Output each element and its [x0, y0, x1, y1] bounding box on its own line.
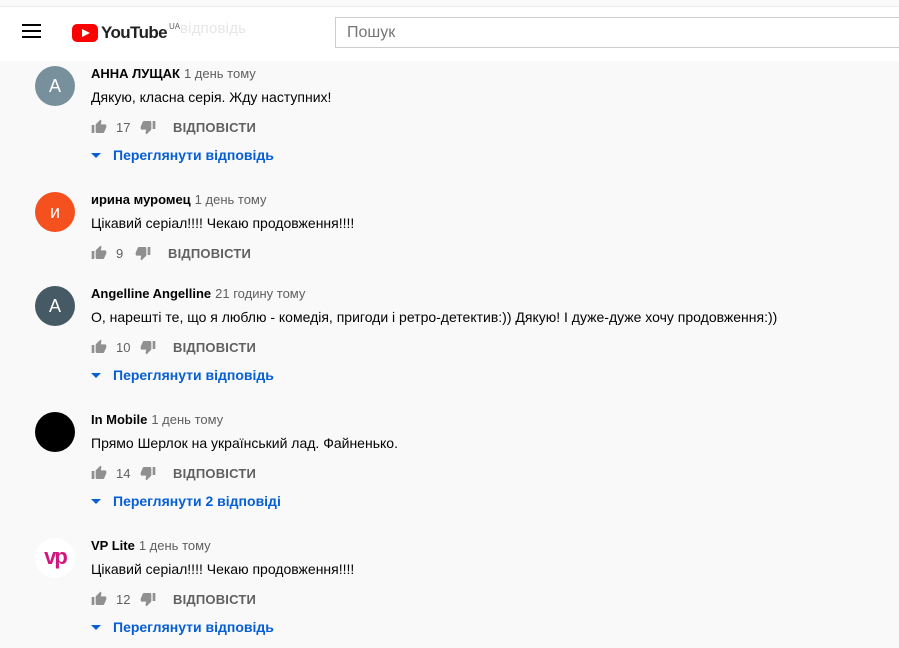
thumbs-down-icon[interactable] [135, 245, 151, 261]
comment-text: Прямо Шерлок на український лад. Файнень… [91, 435, 398, 451]
comment-time[interactable]: 21 годину тому [215, 286, 305, 301]
thumbs-up-icon[interactable] [91, 339, 107, 355]
reply-button[interactable]: ВІДПОВІСТИ [173, 120, 256, 135]
reply-button[interactable]: ВІДПОВІСТИ [168, 246, 251, 261]
caret-down-icon [91, 624, 101, 630]
like-count: 10 [116, 339, 131, 355]
view-replies-button[interactable]: Переглянути відповідь [91, 619, 274, 635]
view-replies-button[interactable]: Переглянути 2 відповіді [91, 493, 281, 509]
comment-header: ирина муромец 1 день тому [91, 192, 267, 207]
thumbs-up-icon[interactable] [91, 119, 107, 135]
thumbs-down-icon[interactable] [140, 119, 156, 135]
comment-text: О, нарешті те, що я люблю - комедія, при… [91, 309, 778, 325]
thumbs-down-icon[interactable] [140, 465, 156, 481]
reply-button[interactable]: ВІДПОВІСТИ [173, 466, 256, 481]
author-name[interactable]: Angelline Angelline [91, 286, 211, 301]
comment-toolbar: 12 ВІДПОВІСТИ [91, 591, 256, 607]
author-name[interactable]: VP Lite [91, 538, 135, 553]
youtube-play-icon [72, 24, 98, 42]
comment-time[interactable]: 1 день тому [195, 192, 267, 207]
reply-button[interactable]: ВІДПОВІСТИ [173, 592, 256, 607]
like-count: 14 [116, 465, 131, 481]
thumbs-up-icon[interactable] [91, 591, 107, 607]
comment-toolbar: 10 ВІДПОВІСТИ [91, 339, 256, 355]
avatar[interactable]: А [35, 66, 75, 106]
youtube-logo-text: YouTube [101, 23, 168, 42]
like-count: 9 [116, 245, 124, 261]
menu-icon[interactable] [22, 20, 50, 44]
like-count: 17 [116, 119, 131, 135]
thumbs-up-icon[interactable] [91, 465, 107, 481]
comment-text: Цікавий серіал!!!! Чекаю продовження!!!! [91, 561, 355, 577]
avatar[interactable] [35, 412, 75, 452]
comment-header: АННА ЛУЩАК 1 день тому [91, 66, 256, 81]
view-replies-label: Переглянути 2 відповіді [113, 493, 281, 509]
caret-down-icon [91, 372, 101, 378]
country-code: UA [169, 21, 181, 31]
view-replies-button[interactable]: Переглянути відповідь [91, 147, 274, 163]
reply-button[interactable]: ВІДПОВІСТИ [173, 340, 256, 355]
comment-toolbar: 17 ВІДПОВІСТИ [91, 119, 256, 135]
ghost-text: відповідь [180, 20, 247, 37]
comment-text: Дякую, класна серія. Жду наступних! [91, 89, 332, 105]
view-replies-label: Переглянути відповідь [113, 619, 274, 635]
comment-time[interactable]: 1 день тому [139, 538, 211, 553]
avatar[interactable]: и [35, 192, 75, 232]
view-replies-button[interactable]: Переглянути відповідь [91, 367, 274, 383]
caret-down-icon [91, 498, 101, 504]
comment-header: Angelline Angelline 21 годину тому [91, 286, 305, 301]
vp-logo-text: vp [44, 546, 67, 569]
top-bar: відповідь YouTube UA [0, 0, 899, 61]
avatar[interactable]: vp [35, 538, 75, 578]
author-name[interactable]: АННА ЛУЩАК [91, 66, 180, 81]
youtube-logo[interactable]: YouTube UA [72, 22, 180, 44]
top-strip [0, 0, 899, 7]
comment-time[interactable]: 1 день тому [184, 66, 256, 81]
caret-down-icon [91, 152, 101, 158]
comment-header: VP Lite 1 день тому [91, 538, 211, 553]
thumbs-down-icon[interactable] [140, 591, 156, 607]
view-replies-label: Переглянути відповідь [113, 147, 274, 163]
comment-text: Цікавий серіал!!!! Чекаю продовження!!!! [91, 215, 355, 231]
like-count: 12 [116, 591, 131, 607]
author-name[interactable]: In Mobile [91, 412, 147, 427]
search-input[interactable] [335, 17, 899, 48]
view-replies-label: Переглянути відповідь [113, 367, 274, 383]
vp-logo-icon: vp [44, 546, 69, 569]
comment-toolbar: 9 ВІДПОВІСТИ [91, 245, 251, 261]
author-name[interactable]: ирина муромец [91, 192, 191, 207]
thumbs-down-icon[interactable] [140, 339, 156, 355]
avatar[interactable]: A [35, 286, 75, 326]
comment-toolbar: 14 ВІДПОВІСТИ [91, 465, 256, 481]
comment-time[interactable]: 1 день тому [151, 412, 223, 427]
comment-header: In Mobile 1 день тому [91, 412, 223, 427]
thumbs-up-icon[interactable] [91, 245, 107, 261]
